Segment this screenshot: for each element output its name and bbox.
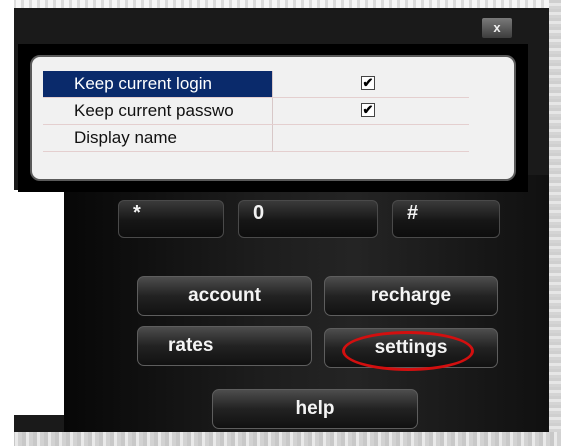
keep-login-checkbox[interactable]: ✔ xyxy=(361,76,375,90)
recharge-button[interactable]: recharge xyxy=(324,276,498,316)
dial-key-hash[interactable]: # xyxy=(392,200,500,238)
display-name-field[interactable] xyxy=(273,125,469,151)
account-button[interactable]: account xyxy=(137,276,312,316)
keep-password-checkbox[interactable]: ✔ xyxy=(361,103,375,117)
torn-edge-bottom xyxy=(0,432,561,446)
rates-button[interactable]: rates xyxy=(137,326,312,366)
settings-row-label: Keep current passwo xyxy=(43,98,273,124)
settings-row-label: Display name xyxy=(43,125,273,151)
settings-row-value: ✔ xyxy=(273,98,469,124)
close-button[interactable]: x xyxy=(482,18,512,38)
dial-key-zero[interactable]: 0 xyxy=(238,200,378,238)
help-button[interactable]: help xyxy=(212,389,418,429)
torn-edge-left xyxy=(0,0,14,446)
settings-row-keep-password[interactable]: Keep current passwo ✔ xyxy=(43,98,469,125)
settings-panel: Keep current login ✔ Keep current passwo… xyxy=(30,55,516,181)
settings-row-display-name[interactable]: Display name xyxy=(43,125,469,152)
background-gap xyxy=(14,190,64,415)
settings-grid: Keep current login ✔ Keep current passwo… xyxy=(43,71,469,152)
settings-row-value: ✔ xyxy=(273,71,469,97)
dial-key-star[interactable]: * xyxy=(118,200,224,238)
torn-edge-top xyxy=(0,0,561,8)
settings-row-label: Keep current login xyxy=(43,71,273,97)
settings-row-keep-login[interactable]: Keep current login ✔ xyxy=(43,71,469,98)
torn-edge-right xyxy=(549,0,561,446)
settings-highlight-ring xyxy=(342,331,474,371)
